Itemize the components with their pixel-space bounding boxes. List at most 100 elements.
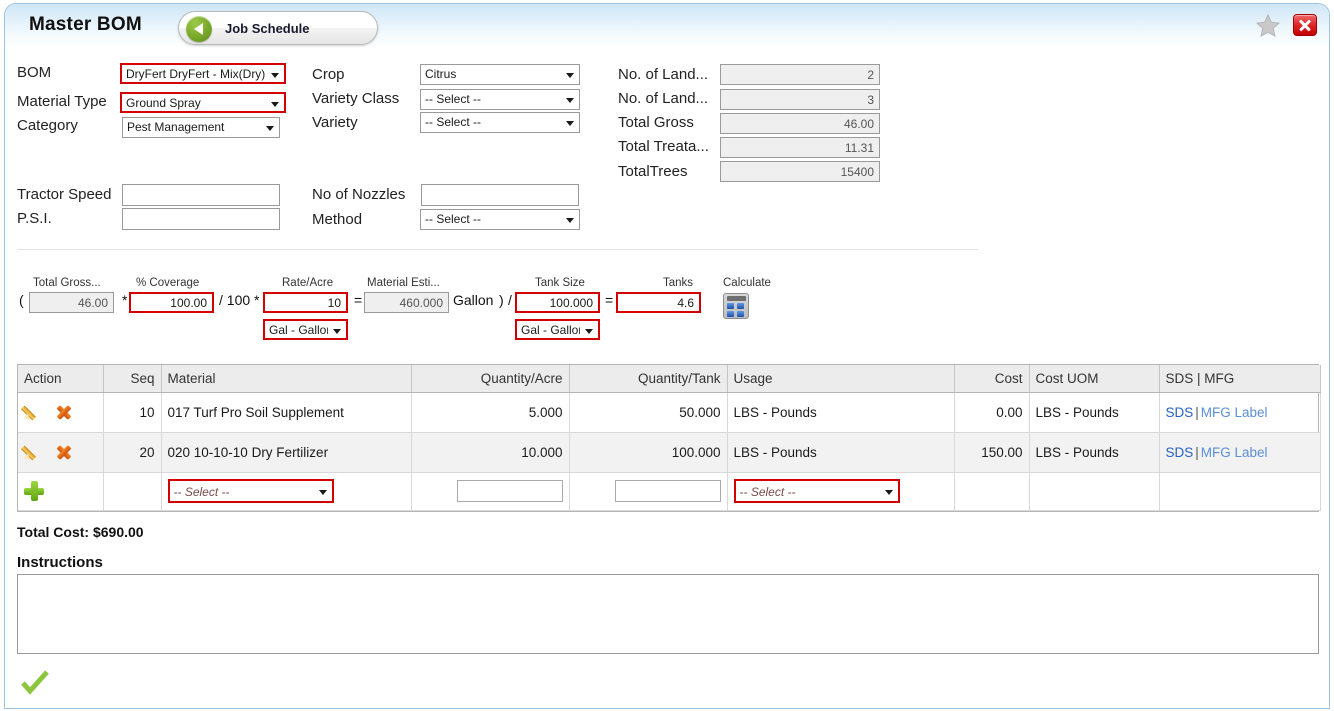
sds-link[interactable]: SDS	[1166, 405, 1194, 420]
col-cost-uom[interactable]: Cost UOM	[1029, 365, 1160, 393]
chevron-down-icon	[333, 329, 341, 334]
edit-icon[interactable]	[21, 403, 42, 423]
col-quantity-tank[interactable]: Quantity/Tank	[569, 365, 728, 393]
coverage-input[interactable]	[129, 292, 214, 313]
new-usage-select[interactable]: -- Select --	[733, 479, 900, 503]
sds-separator: |	[1195, 444, 1199, 460]
calculator-icon[interactable]	[723, 293, 749, 319]
add-icon[interactable]	[24, 481, 44, 501]
tank-size-uom-value: Gal - Gallon	[521, 323, 580, 337]
label-psi: P.S.I.	[17, 210, 52, 227]
back-arrow-icon	[186, 16, 212, 42]
instructions-label: Instructions	[17, 554, 103, 571]
variety-class-select-value: -- Select --	[425, 92, 482, 106]
calc-op-divide-100: / 100 *	[219, 292, 260, 308]
crop-select[interactable]: Citrus	[420, 64, 580, 85]
calc-op-equals-2: =	[605, 292, 614, 308]
category-select-value: Pest Management	[127, 120, 225, 134]
new-quantity-tank-input[interactable]	[614, 480, 721, 502]
cell-quantity-tank-new	[569, 472, 728, 511]
rate-acre-input[interactable]	[263, 292, 348, 313]
cell-cost-uom: LBS - Pounds	[1029, 432, 1160, 473]
no-of-nozzles-input[interactable]	[421, 184, 579, 206]
chevron-down-icon	[566, 98, 574, 103]
rate-acre-uom-select[interactable]: Gal - Gallon	[263, 319, 348, 340]
section-divider	[17, 249, 978, 250]
tank-size-input[interactable]	[515, 292, 600, 313]
calc-close-paren: )	[499, 292, 504, 308]
col-usage[interactable]: Usage	[727, 365, 955, 393]
material-type-select[interactable]: Ground Spray	[120, 92, 286, 113]
material-est-field[interactable]	[364, 292, 449, 313]
cell-cost-new	[954, 472, 1030, 511]
col-cost[interactable]: Cost	[954, 365, 1030, 393]
cell-sds-mfg: SDS | MFG Label	[1159, 432, 1321, 473]
cell-material: 017 Turf Pro Soil Supplement	[161, 392, 412, 433]
method-select[interactable]: -- Select --	[420, 209, 580, 230]
cell-sds-mfg: SDS | MFG Label	[1159, 392, 1321, 433]
caption-rate-acre: Rate/Acre	[282, 277, 334, 289]
label-method: Method	[312, 211, 363, 228]
col-quantity-acre[interactable]: Quantity/Acre	[411, 365, 570, 393]
tanks-input[interactable]	[616, 292, 701, 313]
category-select[interactable]: Pest Management	[122, 117, 280, 138]
caption-coverage: % Coverage	[136, 277, 200, 289]
label-no-of-nozzles: No of Nozzles	[312, 186, 406, 203]
new-material-select[interactable]: -- Select --	[167, 479, 334, 503]
variety-class-select[interactable]: -- Select --	[420, 89, 580, 110]
method-select-value: -- Select --	[425, 212, 482, 226]
cell-quantity-tank: 100.000	[569, 432, 728, 473]
label-material-type: Material Type	[17, 93, 107, 110]
mfg-label-link[interactable]: MFG Label	[1201, 405, 1268, 420]
delete-icon[interactable]	[55, 404, 72, 421]
cell-quantity-tank: 50.000	[569, 392, 728, 433]
calc-open-paren: (	[19, 292, 24, 308]
mfg-label-link[interactable]: MFG Label	[1201, 445, 1268, 460]
psi-input[interactable]	[122, 208, 280, 230]
master-bom-page: Master BOM Job Schedule BOM DryFert DryF…	[0, 0, 1334, 711]
calculator-key	[737, 303, 744, 309]
no-of-land-1-field[interactable]	[720, 64, 880, 85]
col-material[interactable]: Material	[161, 365, 412, 393]
grid-header-row: Action Seq Material Quantity/Acre Quanti…	[18, 365, 1321, 393]
green-check-icon[interactable]	[21, 670, 49, 696]
col-seq[interactable]: Seq	[103, 365, 162, 393]
label-category: Category	[17, 117, 78, 134]
close-icon[interactable]	[1293, 14, 1317, 36]
chevron-down-icon	[318, 490, 327, 495]
no-of-land-2-field[interactable]	[720, 89, 880, 110]
new-usage-select-value: -- Select --	[739, 485, 796, 499]
total-gross-field[interactable]	[720, 113, 880, 134]
chevron-down-icon	[566, 73, 574, 78]
material-est-unit: Gallon	[453, 292, 494, 308]
label-crop: Crop	[312, 66, 345, 83]
col-sds-mfg[interactable]: SDS | MFG	[1159, 365, 1321, 393]
calc-total-gross-field[interactable]	[29, 292, 114, 313]
tractor-speed-input[interactable]	[122, 184, 280, 206]
table-row: 10 017 Turf Pro Soil Supplement 5.000 50…	[18, 392, 1321, 433]
row-actions	[18, 432, 104, 473]
row-actions	[18, 392, 104, 433]
new-quantity-acre-input[interactable]	[456, 480, 563, 502]
bom-select[interactable]: DryFert DryFert - Mix(Dry)	[120, 63, 286, 84]
caption-tanks: Tanks	[663, 277, 694, 289]
tank-size-uom-select[interactable]: Gal - Gallon	[515, 319, 600, 340]
cell-quantity-acre-new	[411, 472, 570, 511]
window-frame: Master BOM Job Schedule BOM DryFert DryF…	[4, 3, 1330, 709]
col-action[interactable]: Action	[18, 365, 104, 393]
chevron-down-icon	[271, 102, 279, 107]
variety-select[interactable]: -- Select --	[420, 112, 580, 133]
grid-new-row: -- Select -- -- Select --	[18, 472, 1321, 511]
delete-icon[interactable]	[55, 444, 72, 461]
cell-cost-uom-new	[1029, 472, 1160, 511]
sds-link[interactable]: SDS	[1166, 445, 1194, 460]
total-trees-field[interactable]	[720, 161, 880, 182]
job-schedule-button[interactable]: Job Schedule	[178, 11, 378, 45]
job-schedule-label: Job Schedule	[225, 21, 310, 36]
instructions-textarea[interactable]	[17, 574, 1319, 654]
add-row-cell	[18, 472, 104, 511]
edit-icon[interactable]	[21, 443, 42, 463]
star-icon[interactable]	[1255, 13, 1281, 39]
total-treatable-field[interactable]	[720, 137, 880, 158]
rate-acre-uom-value: Gal - Gallon	[269, 323, 328, 337]
